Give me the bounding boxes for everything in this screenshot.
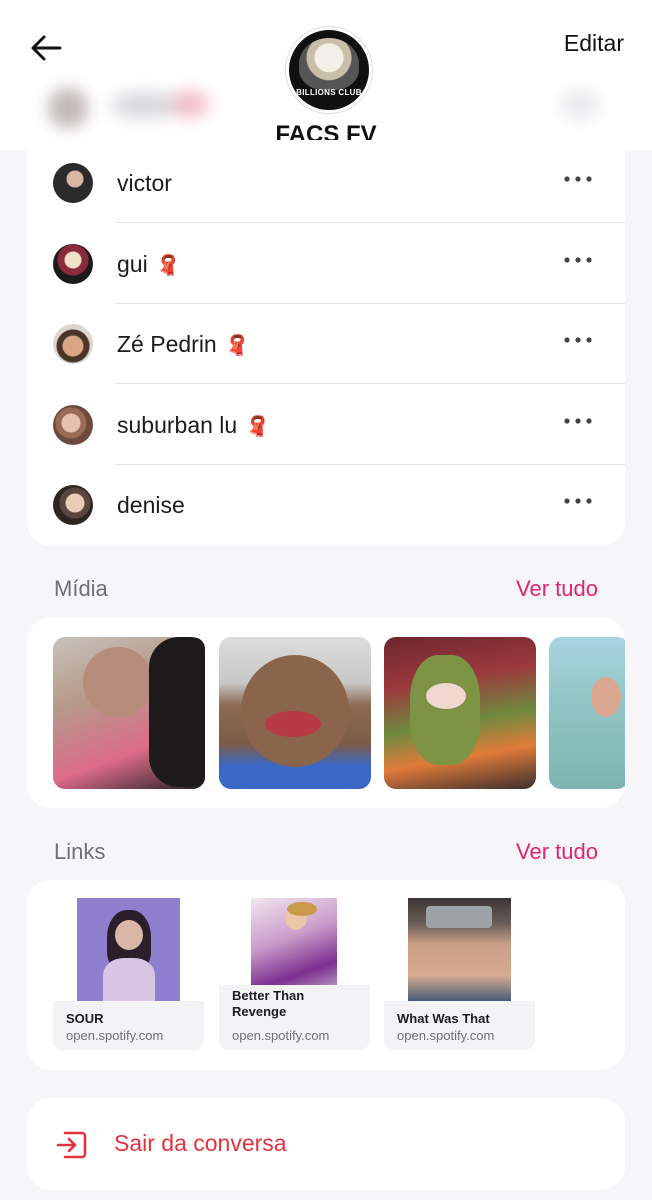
member-row[interactable]: victor (27, 143, 625, 223)
more-horizontal-icon[interactable] (563, 332, 593, 348)
scarf-icon: 🧣 (155, 255, 181, 277)
more-horizontal-icon[interactable] (563, 252, 593, 268)
link-title: Better Than Revenge (232, 988, 305, 1019)
link-preview[interactable]: Better Than Revenge open.spotify.com (219, 898, 370, 1050)
avatar (53, 324, 93, 364)
member-row[interactable]: gui 🧣 (27, 224, 625, 304)
scarf-icon: 🧣 (245, 416, 271, 438)
media-thumbnail[interactable] (549, 637, 625, 789)
member-row[interactable]: denise (27, 465, 625, 545)
media-thumbnail[interactable] (384, 637, 536, 789)
link-domain: open.spotify.com (66, 1028, 164, 1043)
album-cover (77, 898, 180, 1001)
leave-conversation-label: Sair da conversa (114, 1130, 287, 1156)
link-meta: What Was That open.spotify.com (384, 1001, 535, 1050)
link-preview[interactable]: SOUR open.spotify.com (53, 898, 204, 1050)
media-thumbnail[interactable] (219, 637, 371, 789)
link-meta: Better Than Revenge open.spotify.com (219, 985, 370, 1050)
member-name: Zé Pedrin 🧣 (117, 331, 250, 357)
avatar (53, 163, 93, 203)
chat-info-header: BILLIONS CLUB Editar FACS FV (0, 0, 652, 150)
member-name: gui 🧣 (117, 251, 181, 277)
member-row[interactable]: suburban lu 🧣 (27, 385, 625, 465)
links-gallery: SOUR open.spotify.com Better Than Reveng… (27, 880, 625, 1070)
member-name: denise (117, 492, 185, 518)
member-name: suburban lu 🧣 (117, 412, 271, 438)
media-section-label: Mídia (54, 576, 108, 601)
arrow-left-icon (31, 35, 62, 61)
album-cover (408, 898, 511, 1001)
link-title: What Was That (397, 1011, 490, 1026)
avatar-badge-text: BILLIONS CLUB (296, 88, 362, 97)
more-horizontal-icon[interactable] (563, 493, 593, 509)
media-thumbnail[interactable] (53, 637, 205, 789)
avatar-photo (299, 38, 359, 90)
link-title: SOUR (66, 1011, 104, 1026)
links-section-label: Links (54, 839, 106, 864)
avatar (53, 405, 93, 445)
divider (115, 383, 625, 384)
more-horizontal-icon[interactable] (563, 171, 593, 187)
link-preview[interactable]: What Was That open.spotify.com (384, 898, 535, 1050)
link-domain: open.spotify.com (397, 1028, 495, 1043)
members-list: victor gui 🧣 Zé Pedrin 🧣 suburban lu 🧣 deni… (27, 140, 625, 546)
links-see-all-link[interactable]: Ver tudo (516, 839, 598, 865)
member-name: victor (117, 170, 172, 196)
member-row[interactable]: Zé Pedrin 🧣 (27, 304, 625, 384)
scarf-icon: 🧣 (224, 335, 250, 357)
link-domain: open.spotify.com (232, 1028, 330, 1043)
back-button[interactable] (26, 26, 70, 70)
exit-icon (56, 1131, 87, 1159)
more-horizontal-icon[interactable] (563, 413, 593, 429)
avatar (53, 244, 93, 284)
avatar (53, 485, 93, 525)
leave-conversation-button[interactable]: Sair da conversa (27, 1098, 625, 1190)
edit-button[interactable]: Editar (564, 30, 624, 57)
media-see-all-link[interactable]: Ver tudo (516, 576, 598, 602)
link-meta: SOUR open.spotify.com (53, 1001, 204, 1050)
divider (115, 222, 625, 223)
group-avatar[interactable]: BILLIONS CLUB (286, 27, 372, 113)
media-gallery (27, 617, 625, 808)
